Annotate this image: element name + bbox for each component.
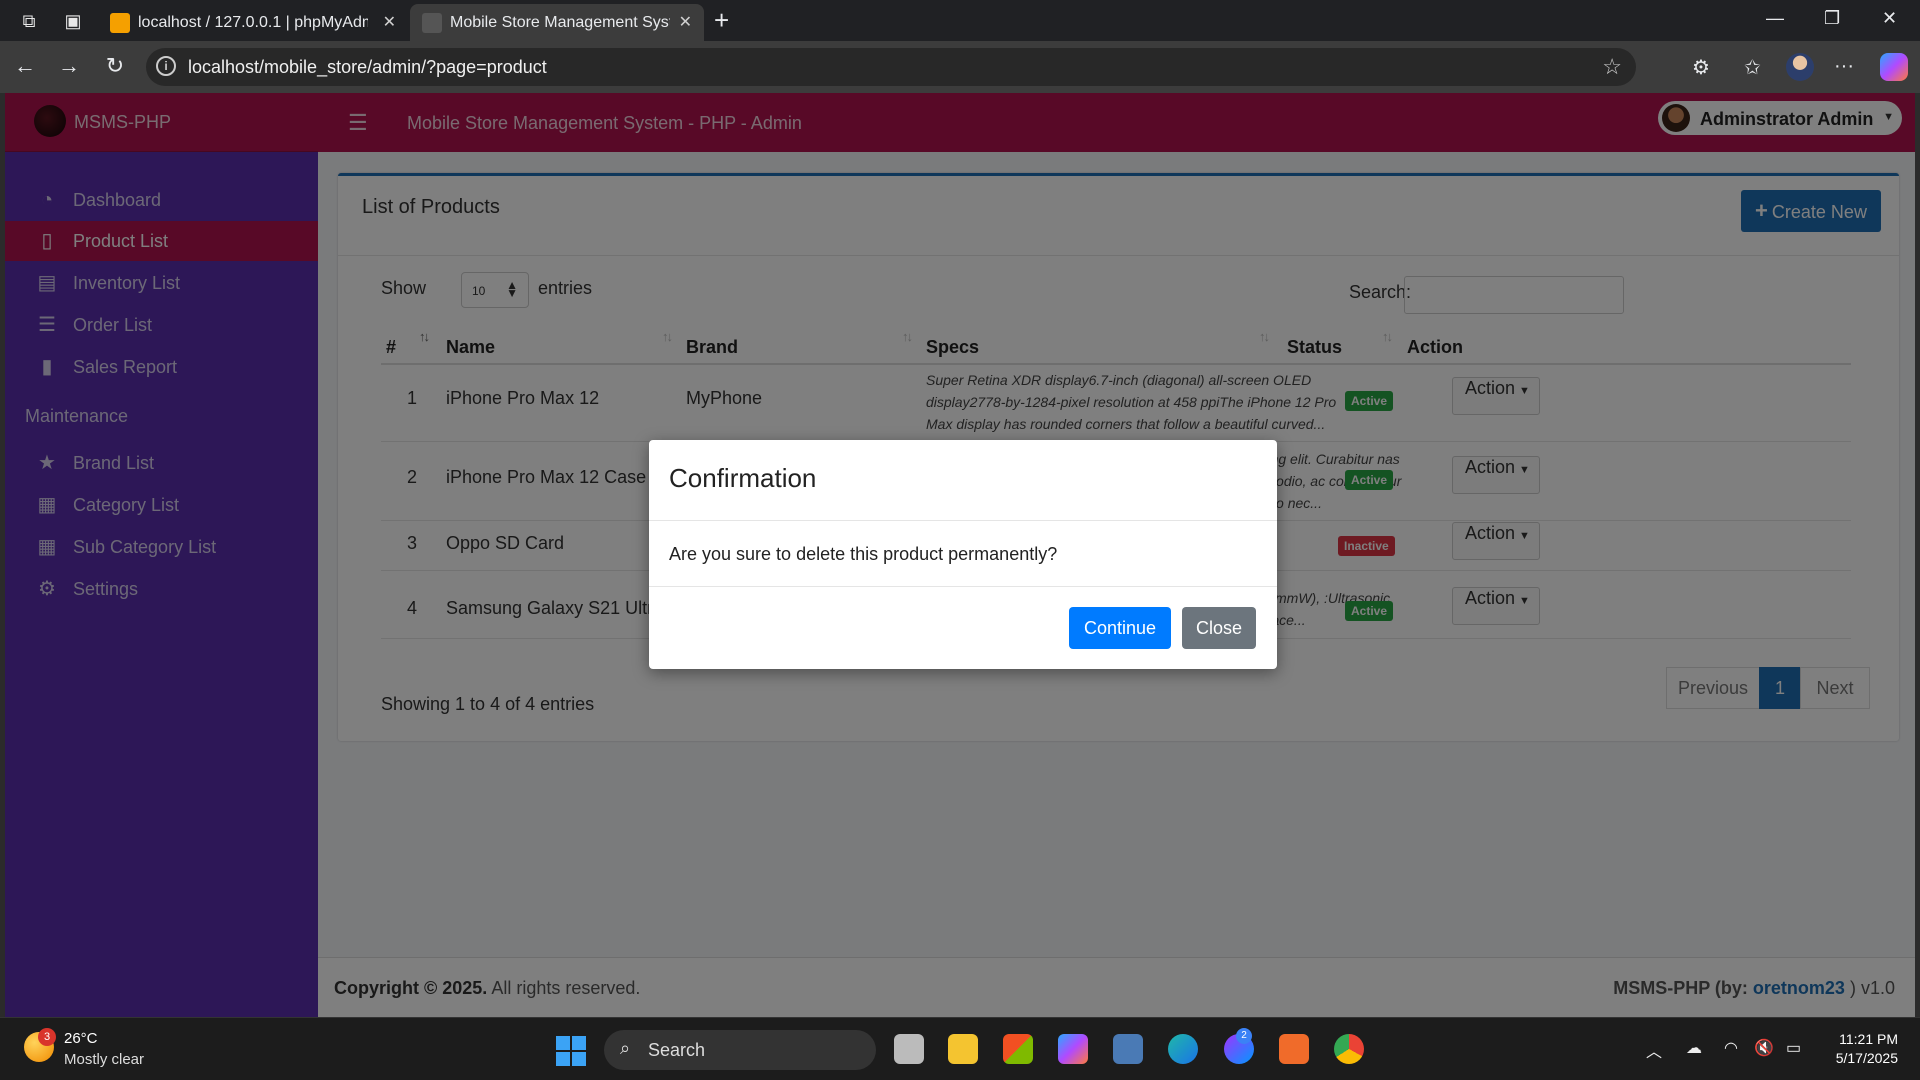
weather-badge: 3 bbox=[38, 1028, 56, 1046]
xampp-icon[interactable] bbox=[1279, 1034, 1309, 1064]
confirmation-modal: Confirmation Are you sure to delete this… bbox=[649, 440, 1277, 669]
copilot-icon[interactable] bbox=[1880, 53, 1908, 81]
clock[interactable]: 11:21 PM 5/17/2025 bbox=[1826, 1030, 1898, 1068]
browser-tab-bar: ⧉ ▣ localhost / 127.0.0.1 | phpMyAdmin ✕… bbox=[0, 0, 1920, 41]
tab-title: localhost / 127.0.0.1 | phpMyAdmin bbox=[138, 14, 368, 31]
edge-icon[interactable] bbox=[1168, 1034, 1198, 1064]
wifi-icon[interactable]: ◠ bbox=[1724, 1038, 1738, 1058]
more-menu-icon[interactable]: ··· bbox=[1834, 55, 1854, 78]
game-app-icon[interactable] bbox=[1113, 1034, 1143, 1064]
tab-mobile-store[interactable]: Mobile Store Management System ✕ bbox=[410, 4, 704, 41]
favorite-star-icon[interactable]: ☆ bbox=[1602, 54, 1622, 80]
tab-actions-icon[interactable]: ▣ bbox=[60, 8, 86, 34]
search-placeholder: Search bbox=[648, 1040, 706, 1060]
onedrive-icon[interactable]: ☁ bbox=[1686, 1038, 1702, 1058]
task-view-icon[interactable] bbox=[894, 1034, 924, 1064]
volume-muted-icon[interactable]: 🔇 bbox=[1754, 1038, 1774, 1058]
restore-icon[interactable]: ❐ bbox=[1824, 8, 1840, 29]
favorites-icon[interactable]: ✩ bbox=[1744, 55, 1761, 80]
phpmyadmin-favicon-icon bbox=[110, 13, 130, 33]
clock-time: 11:21 PM bbox=[1839, 1031, 1898, 1047]
close-tab-icon[interactable]: ✕ bbox=[383, 12, 396, 32]
url-text: localhost/mobile_store/admin/?page=produ… bbox=[188, 57, 547, 77]
minimize-icon[interactable]: — bbox=[1766, 8, 1784, 29]
chrome-icon[interactable] bbox=[1334, 1034, 1364, 1064]
tab-phpmyadmin[interactable]: localhost / 127.0.0.1 | phpMyAdmin ✕ bbox=[98, 4, 408, 41]
temperature: 26°C bbox=[64, 1030, 98, 1047]
windows-start-icon[interactable] bbox=[556, 1036, 586, 1066]
modal-divider bbox=[649, 520, 1277, 521]
close-tab-icon[interactable]: ✕ bbox=[679, 12, 692, 32]
close-window-icon[interactable]: ✕ bbox=[1882, 8, 1897, 29]
reload-icon[interactable]: ↻ bbox=[100, 53, 130, 79]
microsoft-store-icon[interactable] bbox=[1003, 1034, 1033, 1064]
app-favicon-icon bbox=[422, 13, 442, 33]
search-icon: ⌕ bbox=[620, 1038, 631, 1058]
modal-message: Are you sure to delete this product perm… bbox=[669, 544, 1058, 564]
browser-address-bar: ← → ↻ i localhost/mobile_store/admin/?pa… bbox=[0, 41, 1920, 93]
messenger-badge: 2 bbox=[1236, 1028, 1252, 1044]
weather-condition: Mostly clear bbox=[64, 1051, 145, 1068]
file-explorer-icon[interactable] bbox=[948, 1034, 978, 1064]
taskbar-search[interactable]: ⌕ Search bbox=[604, 1030, 876, 1070]
modal-divider bbox=[649, 586, 1277, 587]
extensions-icon[interactable]: ⚙ bbox=[1692, 55, 1710, 80]
new-tab-button[interactable]: + bbox=[714, 7, 729, 33]
back-icon[interactable]: ← bbox=[10, 53, 40, 79]
close-button[interactable]: Close bbox=[1182, 607, 1256, 649]
profile-avatar[interactable] bbox=[1786, 53, 1814, 81]
forward-icon[interactable]: → bbox=[54, 53, 84, 79]
tab-title: Mobile Store Management System bbox=[450, 14, 670, 31]
url-field[interactable]: i localhost/mobile_store/admin/?page=pro… bbox=[146, 48, 1636, 86]
modal-title: Confirmation bbox=[669, 463, 817, 493]
tray-overflow-icon[interactable]: ︿ bbox=[1646, 1038, 1662, 1062]
modal-backdrop[interactable]: Confirmation Are you sure to delete this… bbox=[5, 93, 1915, 1017]
copilot-app-icon[interactable] bbox=[1058, 1034, 1088, 1064]
continue-button[interactable]: Continue bbox=[1069, 607, 1171, 649]
windows-taskbar: 3 26°C Mostly clear ⌕ Search 2 ︿ ☁ ◠ 🔇 ▭… bbox=[0, 1017, 1920, 1080]
battery-icon[interactable]: ▭ bbox=[1786, 1038, 1801, 1058]
site-info-icon[interactable]: i bbox=[156, 56, 176, 76]
clock-date: 5/17/2025 bbox=[1835, 1050, 1898, 1066]
app-window: MSMS-PHP ◔ Dashboard ▯ Product List ▤ In… bbox=[5, 93, 1915, 1017]
workspaces-icon[interactable]: ⧉ bbox=[16, 8, 42, 34]
